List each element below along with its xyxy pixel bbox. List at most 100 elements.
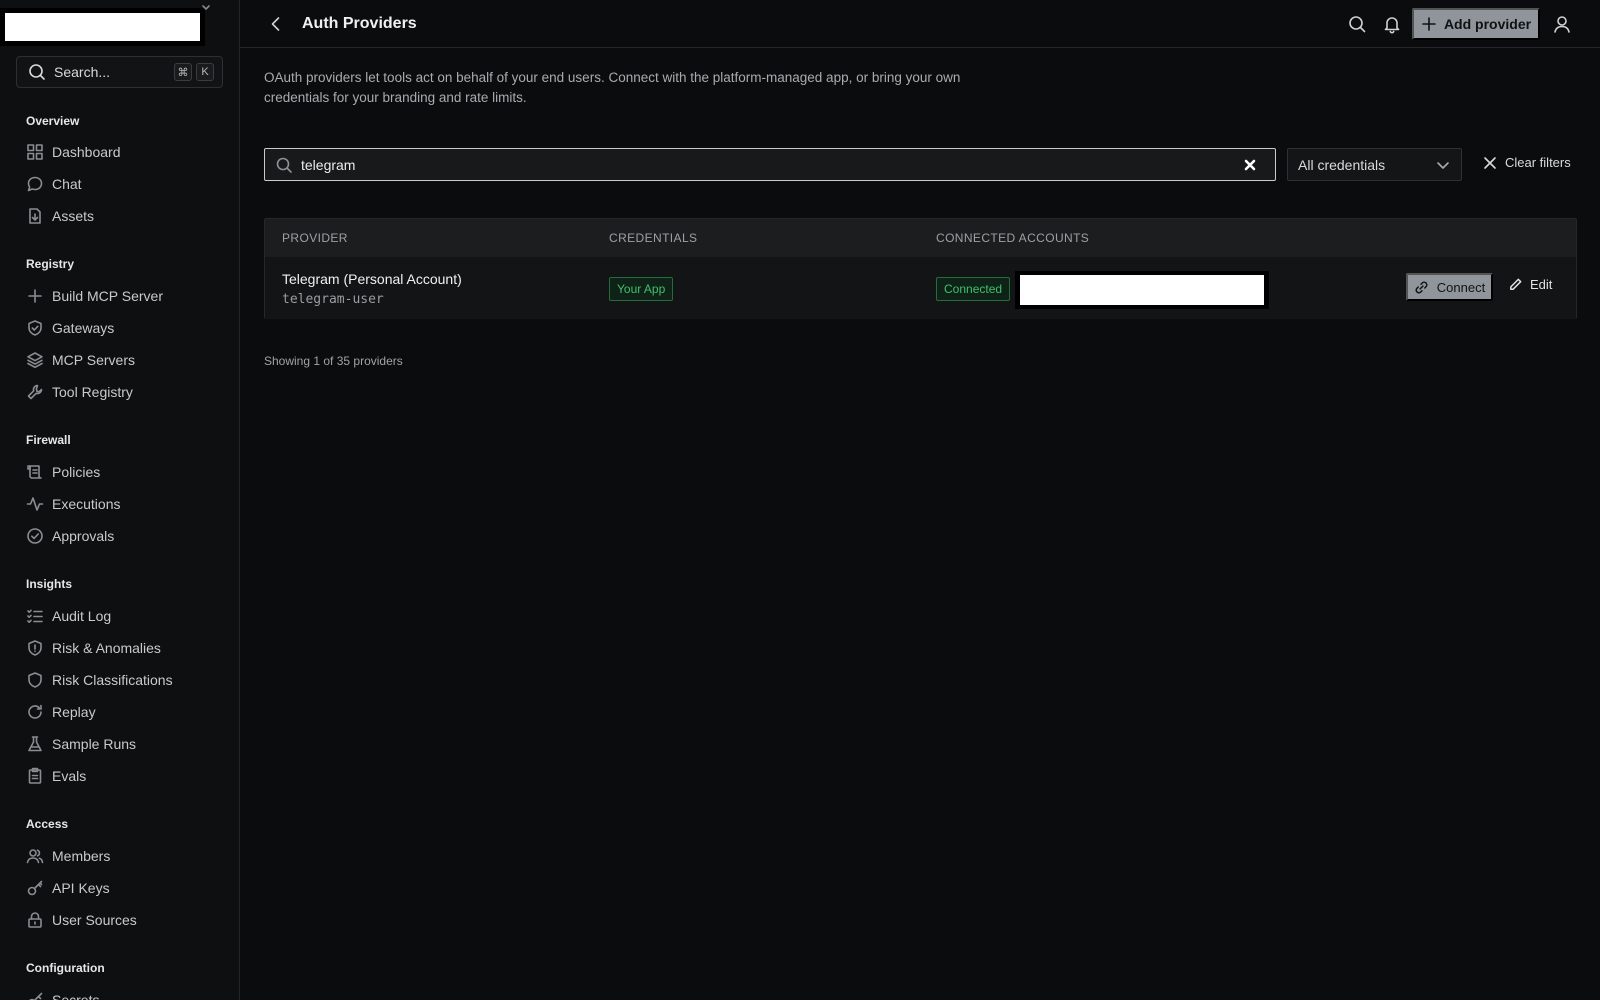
users-icon	[26, 847, 44, 865]
sidebar-item-approvals[interactable]: Approvals	[26, 523, 226, 549]
user-icon[interactable]	[1552, 14, 1572, 34]
section-title-firewall: Firewall	[26, 433, 71, 447]
sidebar-item-risk-anomalies[interactable]: Risk & Anomalies	[26, 635, 226, 661]
bell-icon[interactable]	[1382, 14, 1402, 34]
link-icon	[1414, 280, 1429, 295]
lock-icon	[26, 911, 44, 929]
column-header-credentials: CREDENTIALS	[609, 231, 698, 245]
edit-button[interactable]: Edit	[1508, 277, 1552, 292]
provider-search-input[interactable]	[301, 156, 1243, 173]
provider-id: telegram-user	[282, 292, 384, 307]
check-circle-icon	[26, 527, 44, 545]
section-title-overview: Overview	[26, 114, 80, 128]
sidebar-item-build-mcp-server[interactable]: Build MCP Server	[26, 283, 226, 309]
search-icon[interactable]	[1347, 14, 1367, 34]
sidebar-item-mcp-servers[interactable]: MCP Servers	[26, 347, 226, 373]
page-description: OAuth providers let tools act on behalf …	[264, 70, 961, 105]
sidebar-item-gateways[interactable]: Gateways	[26, 315, 226, 341]
close-icon	[1483, 156, 1497, 170]
add-provider-button[interactable]: Add provider	[1412, 8, 1540, 40]
search-icon	[27, 62, 47, 82]
search-icon	[275, 156, 293, 174]
sidebar-item-label: Assets	[52, 208, 95, 224]
sidebar-item-label: Evals	[52, 768, 87, 784]
sidebar-item-user-sources[interactable]: User Sources	[26, 907, 226, 933]
top-bar: Auth Providers Add provider	[240, 0, 1600, 48]
section-title-configuration: Configuration	[26, 961, 105, 975]
clipboard-icon	[26, 767, 44, 785]
sidebar-item-policies[interactable]: Policies	[26, 459, 226, 485]
sidebar-item-dashboard[interactable]: Dashboard	[26, 139, 226, 165]
sidebar-item-label: Risk Classifications	[52, 672, 173, 688]
sidebar-item-assets[interactable]: Assets	[26, 203, 226, 229]
sidebar-item-chat[interactable]: Chat	[26, 171, 226, 197]
provider-search[interactable]	[264, 148, 1276, 181]
sidebar-item-label: Policies	[52, 464, 101, 480]
connect-label: Connect	[1436, 279, 1486, 295]
provider-name: Telegram (Personal Account)	[282, 271, 462, 287]
status-badge: Connected	[936, 277, 1011, 301]
sidebar-item-audit-log[interactable]: Audit Log	[26, 603, 226, 629]
close-icon[interactable]	[1243, 158, 1257, 172]
sidebar-item-label: API Keys	[52, 880, 110, 896]
section-title-access: Access	[26, 817, 69, 831]
key-icon	[26, 879, 44, 897]
sidebar-item-members[interactable]: Members	[26, 843, 226, 869]
results-count: Showing 1 of 35 providers	[264, 354, 403, 368]
connected-account-redacted	[1015, 271, 1269, 309]
plus-icon	[26, 287, 44, 305]
activity-icon	[26, 495, 44, 513]
workspace-switcher[interactable]	[0, 8, 205, 46]
chevron-left-icon[interactable]	[266, 14, 286, 34]
sidebar-item-label: Tool Registry	[52, 384, 133, 400]
sidebar-item-label: Risk & Anomalies	[52, 640, 161, 656]
sidebar-item-replay[interactable]: Replay	[26, 699, 226, 725]
sidebar-item-label: Secrets	[52, 992, 100, 1000]
shield-check-icon	[26, 319, 44, 337]
sidebar-item-executions[interactable]: Executions	[26, 491, 226, 517]
credentials-filter-select[interactable]: All credentials	[1287, 148, 1462, 181]
sidebar: Search... ⌘ K Overview Dashboard Chat As…	[0, 0, 240, 1000]
column-header-provider: PROVIDER	[282, 231, 348, 245]
page-title: Auth Providers	[302, 15, 417, 32]
file-download-icon	[26, 207, 44, 225]
workspace-logo-redacted	[5, 13, 200, 41]
global-search-label: Search...	[54, 64, 111, 80]
column-header-connected-accounts: CONNECTED ACCOUNTS	[936, 231, 1090, 245]
sidebar-item-secrets[interactable]: Secrets	[26, 987, 226, 1000]
sidebar-item-api-keys[interactable]: API Keys	[26, 875, 226, 901]
rotate-icon	[26, 703, 44, 721]
table-row[interactable]: Telegram (Personal Account) telegram-use…	[265, 257, 1576, 319]
chevron-down-icon	[1435, 157, 1451, 173]
layers-icon	[26, 351, 44, 369]
sidebar-item-label: Dashboard	[52, 144, 121, 160]
wrench-icon	[26, 383, 44, 401]
section-title-registry: Registry	[26, 257, 75, 271]
sidebar-item-label: Audit Log	[52, 608, 112, 624]
list-check-icon	[26, 607, 44, 625]
sidebar-item-evals[interactable]: Evals	[26, 763, 226, 789]
shortcut-key-cmd: ⌘	[174, 63, 192, 81]
shortcut-key-k: K	[196, 63, 214, 81]
sidebar-item-label: User Sources	[52, 912, 137, 928]
sidebar-item-label: Build MCP Server	[52, 288, 164, 304]
sidebar-item-label: Replay	[52, 704, 96, 720]
pencil-icon	[1508, 277, 1523, 292]
global-search[interactable]: Search... ⌘ K	[16, 56, 223, 88]
clear-filters-label: Clear filters	[1505, 155, 1571, 170]
shield-icon	[26, 671, 44, 689]
key-icon	[26, 991, 44, 1000]
chevron-down-icon[interactable]	[201, 2, 211, 12]
connect-button[interactable]: Connect	[1406, 273, 1493, 301]
sidebar-item-tool-registry[interactable]: Tool Registry	[26, 379, 226, 405]
sidebar-item-risk-classifications[interactable]: Risk Classifications	[26, 667, 226, 693]
sidebar-item-label: Sample Runs	[52, 736, 137, 752]
sidebar-item-label: Executions	[52, 496, 121, 512]
sidebar-item-label: Members	[52, 848, 111, 864]
clear-filters-button[interactable]: Clear filters	[1483, 155, 1571, 170]
sidebar-item-label: Chat	[52, 176, 82, 192]
sidebar-item-label: MCP Servers	[52, 352, 135, 368]
chat-bubble-icon	[26, 175, 44, 193]
plus-icon	[1421, 16, 1437, 32]
sidebar-item-sample-runs[interactable]: Sample Runs	[26, 731, 226, 757]
